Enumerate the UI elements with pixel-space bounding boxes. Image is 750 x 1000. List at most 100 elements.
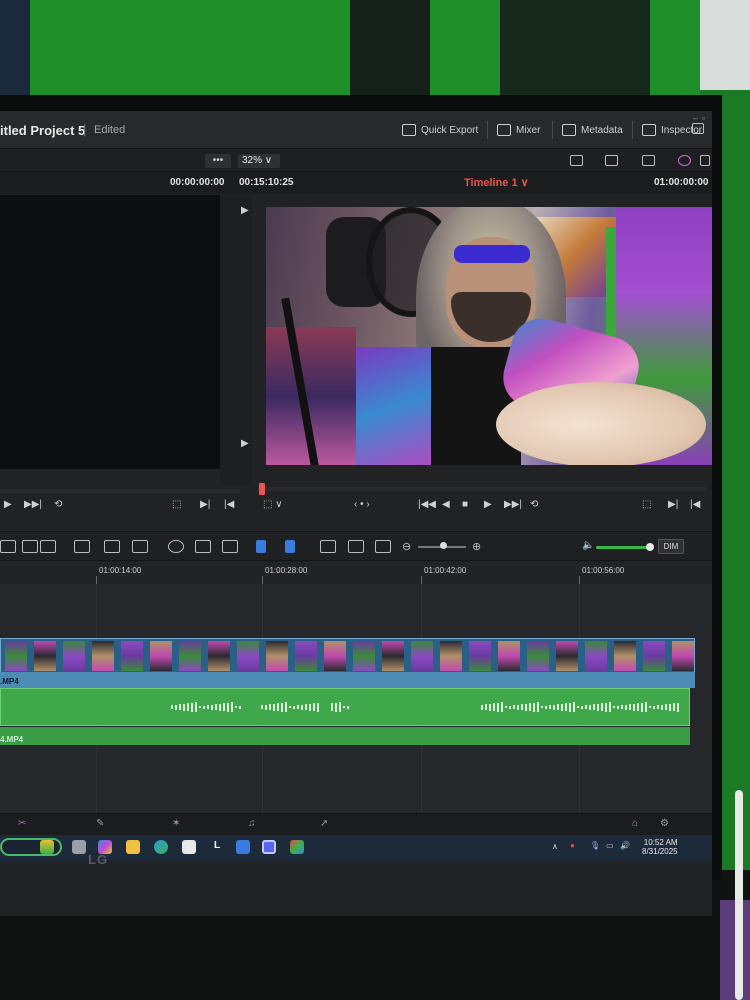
blade-icon[interactable] bbox=[40, 540, 56, 553]
timeline-zoom-knob[interactable] bbox=[440, 542, 447, 549]
tray-app-icon[interactable]: ● bbox=[570, 841, 575, 850]
expand-icon[interactable] bbox=[692, 123, 704, 134]
settings-icon[interactable]: ⚙ bbox=[660, 818, 669, 829]
zoom-full-icon[interactable] bbox=[320, 540, 336, 553]
zoom-in-icon[interactable]: ⊕ bbox=[472, 540, 481, 553]
trim-mode-icon[interactable] bbox=[22, 540, 38, 553]
metadata-button[interactable]: Metadata bbox=[562, 124, 623, 136]
speaker-icon[interactable]: 🔊 bbox=[620, 841, 630, 850]
stop-icon[interactable]: ■ bbox=[462, 499, 468, 510]
edge-icon[interactable] bbox=[154, 840, 168, 854]
deliver-page-icon[interactable]: ➚ bbox=[320, 818, 328, 829]
ruler-label: 01:00:28:00 bbox=[265, 566, 308, 575]
video-clip-name-bar[interactable] bbox=[0, 672, 695, 688]
program-transport: |◀◀ ◀ ■ ▶ ▶▶| ⟲ bbox=[418, 499, 558, 523]
restore-icon[interactable]: ▫ bbox=[702, 113, 705, 123]
play-icon[interactable]: ▶ bbox=[484, 499, 492, 510]
waveform-mark bbox=[657, 705, 659, 709]
microphone-icon[interactable]: 🎙 bbox=[590, 841, 600, 850]
program-scrub-bar[interactable] bbox=[258, 487, 706, 491]
minimize-icon[interactable]: – bbox=[693, 113, 698, 123]
task-view-icon[interactable] bbox=[72, 840, 86, 854]
fullscreen-icon[interactable] bbox=[700, 155, 710, 166]
play-icon[interactable]: ▶ bbox=[4, 499, 12, 510]
insert-clip-icon[interactable] bbox=[74, 540, 90, 553]
audio-clip[interactable] bbox=[0, 688, 690, 726]
waveform-mark bbox=[199, 706, 201, 708]
waveform-mark bbox=[285, 702, 287, 712]
zoom-custom-icon[interactable] bbox=[375, 540, 391, 553]
app-icon[interactable] bbox=[236, 840, 250, 854]
waveform-mark bbox=[171, 705, 173, 709]
system-clock[interactable]: 10:52 AM 8/31/2025 bbox=[642, 838, 678, 856]
home-icon[interactable]: ⌂ bbox=[632, 818, 638, 829]
waveform-mark bbox=[281, 702, 283, 712]
match-frame-icon[interactable]: ⬚ bbox=[172, 499, 181, 510]
mark-out-icon[interactable]: |◀ bbox=[224, 499, 234, 510]
volume-slider[interactable] bbox=[596, 546, 650, 549]
cut-page-icon[interactable]: ✂ bbox=[18, 818, 26, 829]
flag-icon[interactable] bbox=[256, 540, 266, 553]
source-viewer[interactable] bbox=[0, 195, 220, 469]
audio-clip-name-bar[interactable] bbox=[0, 727, 690, 745]
waveform-mark bbox=[191, 702, 193, 712]
waveform-mark bbox=[289, 706, 291, 708]
zoom-dropdown[interactable]: 32% ∨ bbox=[238, 154, 280, 168]
source-scrub-bar[interactable] bbox=[0, 489, 240, 493]
clip-thumbnail bbox=[179, 641, 201, 671]
timeline-selector[interactable]: Timeline 1 ∨ bbox=[464, 176, 529, 189]
color-wheel-icon[interactable] bbox=[678, 155, 691, 166]
letter-app-icon[interactable]: L bbox=[210, 840, 224, 854]
waveform-mark bbox=[313, 703, 315, 711]
edit-page-icon[interactable]: ✎ bbox=[96, 818, 104, 829]
waveform-mark bbox=[581, 705, 583, 709]
waveform-mark bbox=[653, 705, 655, 709]
store-icon[interactable] bbox=[182, 840, 196, 854]
go-to-end-icon[interactable]: ▶▶| bbox=[504, 499, 522, 510]
more-options-button[interactable]: ••• bbox=[205, 154, 231, 168]
zoom-detail-icon[interactable] bbox=[348, 540, 364, 553]
volume-knob[interactable] bbox=[646, 543, 654, 551]
discord-icon[interactable] bbox=[262, 840, 276, 854]
crop-icon[interactable]: ⬚ ∨ bbox=[263, 499, 283, 510]
waveform-mark bbox=[489, 703, 491, 711]
davinci-resolve-icon[interactable] bbox=[290, 840, 304, 854]
replace-clip-icon[interactable] bbox=[132, 540, 148, 553]
playhead-marker[interactable] bbox=[259, 483, 265, 495]
clip-mode-icon[interactable] bbox=[605, 155, 618, 166]
selection-mode-icon[interactable] bbox=[0, 540, 16, 553]
cone-app-icon[interactable] bbox=[40, 840, 54, 854]
file-explorer-icon[interactable] bbox=[126, 840, 140, 854]
nav-dots[interactable]: ‹ • › bbox=[354, 499, 370, 510]
dim-button[interactable]: DIM bbox=[658, 539, 684, 554]
volume-icon[interactable]: 🔈 bbox=[582, 540, 594, 551]
loop-icon[interactable]: ⟲ bbox=[54, 499, 62, 510]
fusion-page-icon[interactable]: ✶ bbox=[172, 818, 180, 829]
timeline-ruler[interactable]: 01:00:14:00 01:00:28:00 01:00:42:00 01:0… bbox=[0, 562, 712, 584]
linked-selection-icon[interactable] bbox=[195, 540, 211, 553]
waveform-mark bbox=[541, 706, 543, 708]
mark-in-icon[interactable]: ▶| bbox=[668, 499, 678, 510]
network-icon[interactable]: ▭ bbox=[606, 841, 614, 850]
waveform-mark bbox=[529, 703, 531, 711]
next-clip-icon[interactable]: ▶▶| bbox=[24, 499, 42, 510]
match-frame-icon[interactable]: ⬚ bbox=[642, 499, 651, 510]
play-reverse-icon[interactable]: ◀ bbox=[442, 499, 450, 510]
transform-icon[interactable] bbox=[642, 155, 655, 166]
lock-icon[interactable] bbox=[222, 540, 238, 553]
tray-chevron-icon[interactable]: ∧ bbox=[552, 842, 558, 851]
fairlight-page-icon[interactable]: ♫ bbox=[248, 818, 256, 829]
mixer-button[interactable]: Mixer bbox=[497, 124, 540, 136]
viewer-mode-icon[interactable] bbox=[570, 155, 583, 166]
marker-icon[interactable] bbox=[285, 540, 295, 553]
go-to-start-icon[interactable]: |◀◀ bbox=[418, 499, 436, 510]
mark-out-icon[interactable]: |◀ bbox=[690, 499, 700, 510]
waveform-mark bbox=[617, 705, 619, 709]
zoom-out-icon[interactable]: ⊖ bbox=[402, 540, 411, 553]
mark-in-icon[interactable]: ▶| bbox=[200, 499, 210, 510]
overwrite-clip-icon[interactable] bbox=[104, 540, 120, 553]
loop-icon[interactable]: ⟲ bbox=[530, 499, 538, 510]
snapping-icon[interactable] bbox=[168, 540, 184, 553]
quick-export-button[interactable]: Quick Export bbox=[402, 124, 478, 136]
program-viewer-frame[interactable] bbox=[266, 207, 712, 465]
